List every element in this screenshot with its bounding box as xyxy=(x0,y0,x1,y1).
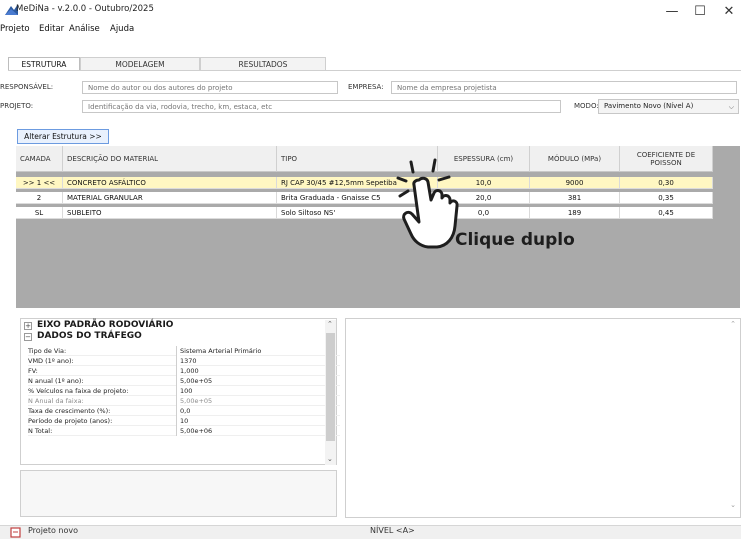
empresa-field[interactable] xyxy=(391,81,737,94)
cell-modulo[interactable]: 9000 xyxy=(530,177,620,189)
col-header-poisson[interactable]: COEFICIENTE DE POISSON xyxy=(620,146,713,172)
modo-label: MODO: xyxy=(574,102,599,110)
responsavel-field[interactable] xyxy=(82,81,338,94)
scroll-down-icon[interactable]: ⌄ xyxy=(327,455,333,463)
property-row[interactable]: Tipo de Via: Sistema Arterial Primário xyxy=(25,346,343,356)
property-name: Período de projeto (anos): xyxy=(28,416,176,426)
projeto-label: PROJETO: xyxy=(0,102,34,110)
title-bar: MeDiNa - v.2.0.0 - Outubro/2025 — ☐ ✕ xyxy=(0,0,741,22)
col-header-modulo[interactable]: MÓDULO (MPa) xyxy=(530,146,620,172)
scroll-up-icon[interactable]: ⌃ xyxy=(730,320,736,328)
minimize-button[interactable]: — xyxy=(660,1,684,23)
scroll-up-icon[interactable]: ⌃ xyxy=(327,320,333,328)
property-value[interactable]: 1370 xyxy=(180,356,340,366)
col-header-camada[interactable]: CAMADA xyxy=(16,146,63,172)
property-row[interactable]: N Anual da faixa: 5,00e+05 xyxy=(25,396,343,406)
maximize-button[interactable]: ☐ xyxy=(688,1,712,23)
table-row[interactable]: 2 MATERIAL GRANULAR Brita Graduada - Gna… xyxy=(16,192,713,204)
table-row[interactable]: >> 1 << CONCRETO ASFÁLTICO RJ CAP 30/45 … xyxy=(16,177,713,189)
property-value[interactable]: 1,000 xyxy=(180,366,340,376)
cell-descricao[interactable]: MATERIAL GRANULAR xyxy=(63,192,277,204)
property-value[interactable]: 100 xyxy=(180,386,340,396)
table-row[interactable]: SL SUBLEITO Solo Siltoso NS' 0,0 189 0,4… xyxy=(16,207,713,219)
cell-poisson[interactable]: 0,45 xyxy=(620,207,713,219)
tab-resultados[interactable]: RESULTADOS xyxy=(200,57,326,71)
property-value[interactable]: 0,0 xyxy=(180,406,340,416)
close-button[interactable]: ✕ xyxy=(717,1,741,23)
property-name: FV: xyxy=(28,366,176,376)
cell-modulo[interactable]: 189 xyxy=(530,207,620,219)
section-eixo-padrao[interactable]: EIXO PADRÃO RODOVIÁRIO xyxy=(37,320,173,330)
cell-descricao[interactable]: SUBLEITO xyxy=(63,207,277,219)
property-divider xyxy=(176,356,177,366)
property-divider xyxy=(176,416,177,426)
cell-descricao[interactable]: CONCRETO ASFÁLTICO xyxy=(63,177,277,189)
menu-projeto[interactable]: Projeto xyxy=(0,24,30,34)
menu-analise[interactable]: Análise xyxy=(69,24,100,34)
scroll-down-icon[interactable]: ⌄ xyxy=(730,501,736,509)
properties-scroll-thumb[interactable] xyxy=(326,333,335,441)
property-value: 5,00e+05 xyxy=(180,396,340,406)
property-name: N anual (1º ano): xyxy=(28,376,176,386)
menu-ajuda[interactable]: Ajuda xyxy=(110,24,134,34)
property-name: Tipo de Via: xyxy=(28,346,176,356)
status-project: Projeto novo xyxy=(28,526,79,535)
structure-preview-panel: ⌃ ⌄ xyxy=(345,318,741,518)
property-divider xyxy=(176,366,177,376)
property-row[interactable]: FV: 1,000 xyxy=(25,366,343,376)
property-name: N Anual da faixa: xyxy=(28,396,176,406)
tab-modelagem[interactable]: MODELAGEM xyxy=(80,57,200,71)
chevron-down-icon: ⌵ xyxy=(728,103,734,111)
property-name: VMD (1º ano): xyxy=(28,356,176,366)
section-dados-trafego[interactable]: DADOS DO TRÁFEGO xyxy=(37,331,142,341)
property-divider xyxy=(176,376,177,386)
cell-poisson[interactable]: 0,35 xyxy=(620,192,713,204)
property-value[interactable]: 5,00e+05 xyxy=(180,376,340,386)
collapse-icon[interactable]: − xyxy=(24,333,32,341)
alterar-estrutura-button[interactable]: Alterar Estrutura >> xyxy=(17,129,109,144)
property-row[interactable]: VMD (1º ano): 1370 xyxy=(25,356,343,366)
new-document-icon xyxy=(10,527,21,538)
property-divider xyxy=(176,426,177,436)
cell-poisson[interactable]: 0,30 xyxy=(620,177,713,189)
menu-editar[interactable]: Editar xyxy=(39,24,64,34)
property-name: % Veículos na faixa de projeto: xyxy=(28,386,176,396)
property-description-panel xyxy=(20,470,337,517)
property-name: N Total: xyxy=(28,426,176,436)
properties-panel: + EIXO PADRÃO RODOVIÁRIO − DADOS DO TRÁF… xyxy=(20,318,340,465)
expand-icon[interactable]: + xyxy=(24,322,32,330)
cell-camada[interactable]: 2 xyxy=(16,192,63,204)
empresa-label: EMPRESA: xyxy=(348,83,384,91)
property-row[interactable]: Período de projeto (anos): 10 xyxy=(25,416,343,426)
property-divider xyxy=(176,386,177,396)
property-row[interactable]: N Total: 5,00e+06 xyxy=(25,426,343,436)
tab-estrutura[interactable]: ESTRUTURA xyxy=(8,57,80,71)
cell-modulo[interactable]: 381 xyxy=(530,192,620,204)
status-nivel: NÍVEL <A> xyxy=(370,526,415,535)
property-value[interactable]: 10 xyxy=(180,416,340,426)
projeto-field[interactable] xyxy=(82,100,561,113)
modo-select[interactable]: Pavimento Novo (Nível A) ⌵ xyxy=(598,99,739,114)
property-value[interactable]: 5,00e+06 xyxy=(180,426,340,436)
property-value[interactable]: Sistema Arterial Primário xyxy=(180,346,340,356)
property-divider xyxy=(176,406,177,416)
property-row[interactable]: Taxa de crescimento (%): 0,0 xyxy=(25,406,343,416)
menu-bar: Projeto Editar Análise Ajuda xyxy=(0,22,741,36)
property-divider xyxy=(176,396,177,406)
tab-divider xyxy=(8,70,741,71)
property-name: Taxa de crescimento (%): xyxy=(28,406,176,416)
property-divider xyxy=(176,346,177,356)
double-click-annotation: Clique duplo xyxy=(455,230,575,250)
cell-camada[interactable]: SL xyxy=(16,207,63,219)
responsavel-label: RESPONSÁVEL: xyxy=(0,83,54,91)
modo-select-value: Pavimento Novo (Nível A) xyxy=(604,102,694,110)
property-row[interactable]: % Veículos na faixa de projeto: 100 xyxy=(25,386,343,396)
col-header-descricao[interactable]: DESCRIÇÃO DO MATERIAL xyxy=(63,146,277,172)
cell-camada[interactable]: >> 1 << xyxy=(16,177,63,189)
property-row[interactable]: N anual (1º ano): 5,00e+05 xyxy=(25,376,343,386)
window-title: MeDiNa - v.2.0.0 - Outubro/2025 xyxy=(16,4,154,14)
